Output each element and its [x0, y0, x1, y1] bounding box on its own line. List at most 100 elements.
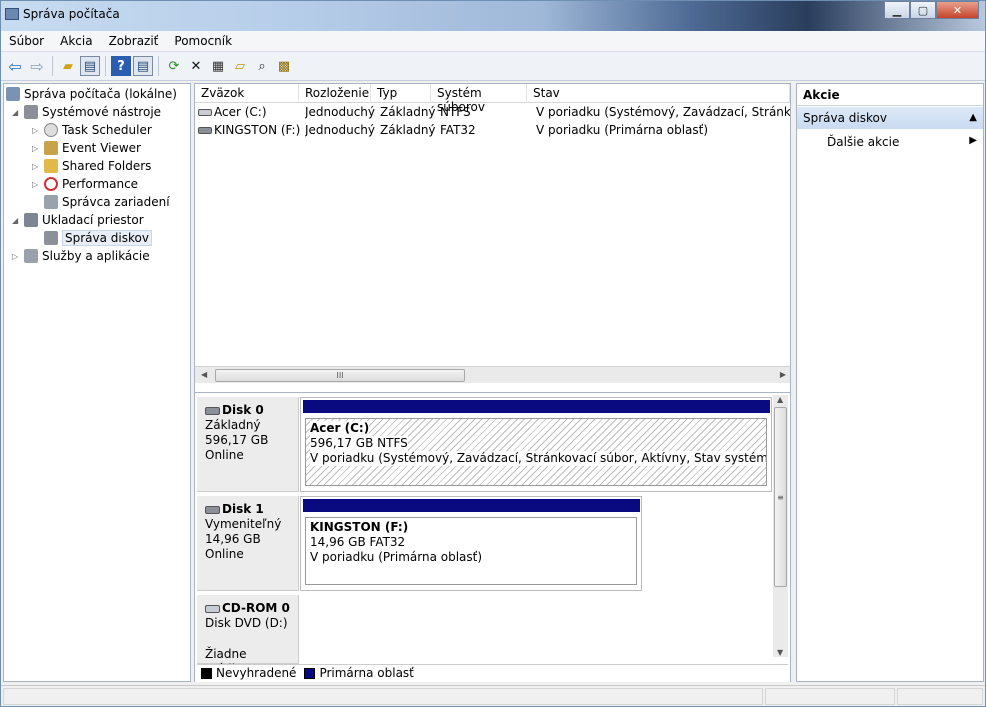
close-button[interactable]: ✕	[936, 1, 979, 19]
toolbar-separator	[105, 56, 106, 76]
horizontal-scrollbar[interactable]: ◀ III ▶	[195, 366, 790, 383]
tree-label: Shared Folders	[62, 159, 152, 173]
cd-rom-icon	[205, 604, 220, 613]
collapse-arrow-icon[interactable]: ◢	[12, 216, 22, 225]
disk-size: 596,17 GB	[205, 433, 269, 447]
scroll-down-icon[interactable]: ▼	[777, 648, 783, 657]
caption-buttons: ▁ ▢ ✕	[884, 1, 979, 21]
menu-file[interactable]: Súbor	[1, 34, 52, 48]
tree-item-storage[interactable]: ◢ Ukladací priestor	[12, 211, 144, 229]
legend-label-unallocated: Nevyhradené	[216, 666, 297, 680]
tree-item-services[interactable]: ▷ Služby a aplikácie	[12, 247, 150, 265]
maximize-button[interactable]: ▢	[910, 1, 936, 19]
layout-cell: Jednoduchý	[305, 123, 376, 137]
tools-icon	[24, 105, 38, 119]
back-icon[interactable]: ⇦	[5, 56, 25, 76]
scroll-thumb[interactable]: ≡	[774, 407, 787, 587]
tree-label: Performance	[62, 177, 139, 191]
disk-type: Disk DVD (D:)	[205, 616, 288, 630]
toolbar: ⇦ ⇨ ▰ ▤ ? ▤ ⟳ ✕ ▦ ▱ ⌕ ▩	[1, 52, 985, 81]
column-header-filesystem[interactable]: Systém súborov	[431, 84, 527, 114]
help-icon[interactable]: ?	[111, 56, 131, 76]
shared-folder-icon	[44, 159, 58, 173]
status-segment	[3, 688, 763, 705]
tree-label: Správa počítača (lokálne)	[24, 87, 177, 101]
table-row[interactable]: Acer (C:) Jednoduchý Základný NTFS V por…	[195, 104, 790, 122]
computer-icon	[6, 87, 20, 101]
performance-icon	[44, 177, 58, 191]
expand-arrow-icon[interactable]: ▷	[32, 126, 42, 135]
actions-section-disk-management[interactable]: Správa diskov ▲	[797, 107, 983, 129]
disk-name: CD-ROM 0	[222, 601, 290, 615]
tree-item-root[interactable]: Správa počítača (lokálne)	[6, 85, 177, 103]
volume-name-cell: KINGSTON (F:)	[198, 123, 300, 137]
actions-pane: Akcie Správa diskov ▲ Ďalšie akcie ▶	[796, 83, 984, 682]
cdrom-0-label[interactable]: CD-ROM 0 Disk DVD (D:) Žiadne médium	[197, 595, 299, 676]
column-header-layout[interactable]: Rozloženie	[299, 84, 371, 103]
settings-icon[interactable]: ▩	[274, 56, 294, 76]
partition-c[interactable]: Acer (C:) 596,17 GB NTFS V poriadku (Sys…	[305, 418, 767, 486]
more-actions-item[interactable]: Ďalšie akcie	[827, 135, 899, 149]
minimize-button[interactable]: ▁	[884, 1, 910, 19]
scroll-left-icon[interactable]: ◀	[201, 370, 207, 379]
navigation-tree: Správa počítača (lokálne) ◢ Systémové ná…	[3, 83, 191, 682]
delete-icon[interactable]: ✕	[186, 56, 206, 76]
disk-1-partition-area: KINGSTON (F:) 14,96 GB FAT32 V poriadku …	[300, 496, 642, 591]
menu-action[interactable]: Akcia	[52, 34, 100, 48]
partition-name: Acer (C:)	[310, 421, 370, 436]
table-row[interactable]: KINGSTON (F:) Jednoduchý Základný FAT32 …	[195, 122, 790, 140]
disk-name: Disk 1	[222, 502, 264, 516]
scroll-up-icon[interactable]: ▲	[777, 395, 783, 404]
expand-arrow-icon[interactable]: ▷	[32, 144, 42, 153]
event-log-icon	[44, 141, 58, 155]
primary-partition-bar	[303, 400, 770, 413]
status-bar	[1, 685, 985, 706]
tree-item-task-scheduler[interactable]: ▷ Task Scheduler	[32, 121, 152, 139]
forward-icon[interactable]: ⇨	[27, 56, 47, 76]
tree-item-event-viewer[interactable]: ▷ Event Viewer	[32, 139, 141, 157]
collapse-up-icon[interactable]: ▲	[969, 112, 977, 123]
removable-disk-icon	[205, 505, 220, 514]
disk-0-label[interactable]: Disk 0 Základný 596,17 GB Online	[197, 397, 299, 492]
tree-item-disk-management[interactable]: Správa diskov	[44, 229, 152, 247]
partition-f[interactable]: KINGSTON (F:) 14,96 GB FAT32 V poriadku …	[305, 517, 637, 585]
section-label: Správa diskov	[803, 111, 887, 125]
menu-view[interactable]: Zobraziť	[101, 34, 167, 48]
primary-partition-bar	[303, 499, 640, 512]
tree-item-shared-folders[interactable]: ▷ Shared Folders	[32, 157, 151, 175]
column-header-type[interactable]: Typ	[371, 84, 431, 103]
clock-icon	[44, 123, 58, 137]
tree-label: Ukladací priestor	[42, 213, 144, 227]
tree-label: Správa diskov	[62, 230, 152, 246]
tree-item-system-tools[interactable]: ◢ Systémové nástroje	[12, 103, 161, 121]
show-hide-action-pane-icon[interactable]: ▤	[133, 56, 153, 76]
disk-size: 14,96 GB	[205, 532, 261, 546]
tree-item-device-manager[interactable]: Správca zariadení	[44, 193, 170, 211]
column-header-status[interactable]: Stav	[527, 84, 790, 103]
expand-arrow-icon[interactable]: ▷	[32, 162, 42, 171]
scroll-thumb[interactable]: III	[215, 369, 465, 382]
show-hide-tree-icon[interactable]: ▤	[80, 56, 100, 76]
title-bar[interactable]: Správa počítača ▁ ▢ ✕	[1, 1, 985, 31]
type-cell: Základný	[380, 105, 436, 119]
drive-icon	[198, 109, 212, 116]
tree-item-performance[interactable]: ▷ Performance	[32, 175, 138, 193]
open-icon[interactable]: ▱	[230, 56, 250, 76]
type-cell: Základný	[380, 123, 436, 137]
tree-label: Event Viewer	[62, 141, 141, 155]
search-icon[interactable]: ⌕	[252, 56, 272, 76]
vertical-scrollbar[interactable]: ▲ ≡ ▼	[773, 395, 788, 657]
tree-label: Task Scheduler	[62, 123, 152, 137]
refresh-icon[interactable]: ⟳	[164, 56, 184, 76]
submenu-arrow-icon[interactable]: ▶	[969, 135, 977, 146]
expand-arrow-icon[interactable]: ▷	[12, 252, 22, 261]
menu-help[interactable]: Pomocník	[166, 34, 240, 48]
up-folder-icon[interactable]: ▰	[58, 56, 78, 76]
properties-icon[interactable]: ▦	[208, 56, 228, 76]
collapse-arrow-icon[interactable]: ◢	[12, 108, 22, 117]
disk-1-label[interactable]: Disk 1 Vymeniteľný 14,96 GB Online	[197, 496, 299, 591]
disk-management-icon	[44, 231, 58, 245]
scroll-right-icon[interactable]: ▶	[780, 370, 786, 379]
expand-arrow-icon[interactable]: ▷	[32, 180, 42, 189]
column-header-volume[interactable]: Zväzok	[195, 84, 299, 103]
